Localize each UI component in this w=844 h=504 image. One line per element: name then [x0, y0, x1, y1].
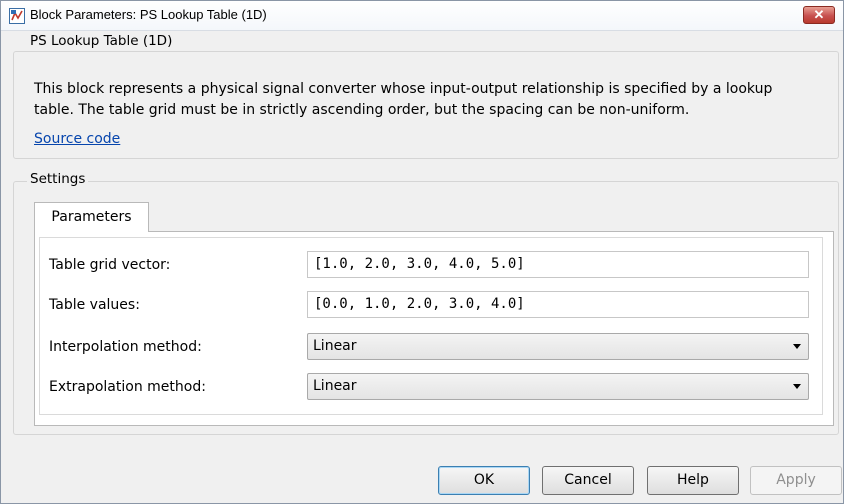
settings-legend: Settings	[27, 171, 89, 187]
block-description: This block represents a physical signal …	[34, 81, 773, 118]
close-icon[interactable]: ✕	[803, 6, 835, 24]
window-title: Block Parameters: PS Lookup Table (1D)	[30, 7, 267, 22]
dialog-window: Block Parameters: PS Lookup Table (1D) ✕…	[0, 0, 844, 504]
table-values-label: Table values:	[49, 297, 140, 313]
description-legend: PS Lookup Table (1D)	[27, 33, 176, 49]
interpolation-method-label: Interpolation method:	[49, 339, 202, 355]
table-grid-vector-input[interactable]: [1.0, 2.0, 3.0, 4.0, 5.0]	[307, 251, 809, 278]
tab-parameters[interactable]: Parameters	[34, 202, 149, 232]
ok-button[interactable]: OK	[438, 466, 530, 495]
table-values-input[interactable]: [0.0, 1.0, 2.0, 3.0, 4.0]	[307, 291, 809, 318]
extrapolation-method-value: Linear	[313, 378, 357, 394]
cancel-button[interactable]: Cancel	[542, 466, 634, 495]
extrapolation-method-select[interactable]: Linear	[307, 373, 809, 400]
help-button[interactable]: Help	[647, 466, 739, 495]
chevron-down-icon	[793, 344, 801, 349]
apply-button[interactable]: Apply	[750, 466, 842, 495]
simulink-block-icon	[9, 8, 25, 24]
title-bar[interactable]: Block Parameters: PS Lookup Table (1D) ✕	[1, 1, 843, 31]
interpolation-method-value: Linear	[313, 338, 357, 354]
extrapolation-method-label: Extrapolation method:	[49, 379, 206, 395]
chevron-down-icon	[793, 384, 801, 389]
table-grid-vector-label: Table grid vector:	[49, 257, 171, 273]
interpolation-method-select[interactable]: Linear	[307, 333, 809, 360]
source-code-link[interactable]: Source code	[34, 131, 120, 147]
